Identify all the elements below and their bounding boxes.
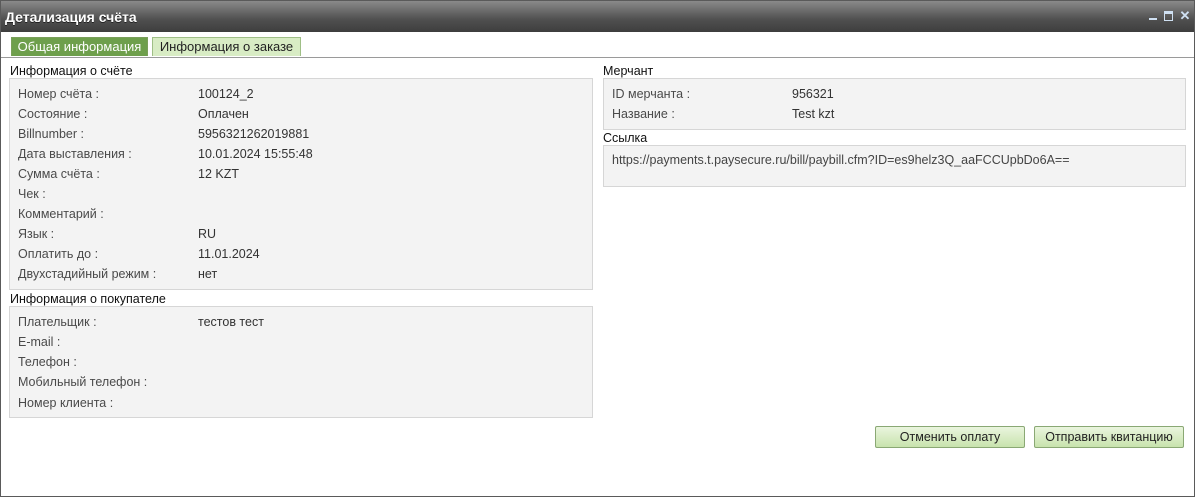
buyer-panel: Плательщик : тестов тест E-mail : Телефон…	[9, 306, 593, 418]
maximize-icon[interactable]	[1163, 10, 1175, 22]
buyer-section-title: Информация о покупателе	[10, 292, 166, 306]
field-value: нет	[198, 267, 218, 281]
cancel-payment-button[interactable]: Отменить оплату	[875, 426, 1025, 448]
send-receipt-button[interactable]: Отправить квитанцию	[1034, 426, 1184, 448]
field-value: Test kzt	[792, 107, 835, 121]
tab-general-info[interactable]: Общая информация	[11, 37, 148, 56]
minimize-icon[interactable]	[1147, 10, 1159, 22]
field-label: E-mail :	[18, 335, 61, 349]
field-value: 12 KZT	[198, 167, 239, 181]
field-value: RU	[198, 227, 217, 241]
field-label: Двухстадийный режим :	[18, 267, 157, 281]
merchant-section-title: Мерчант	[603, 64, 654, 78]
account-panel: Номер счёта : 100124_2 Состояние : Оплачен…	[9, 78, 593, 290]
field-label: Телефон :	[18, 355, 77, 369]
field-label: Комментарий :	[18, 207, 104, 221]
account-section-title: Информация о счёте	[10, 64, 133, 78]
field-label: Название :	[612, 107, 675, 121]
window-title: Детализация счёта	[5, 9, 137, 25]
field-label: Чек :	[18, 187, 46, 201]
field-label: ID мерчанта :	[612, 87, 691, 101]
field-value: 100124_2	[198, 87, 254, 101]
field-value: Оплачен	[198, 107, 249, 121]
link-panel: https://payments.t.paysecure.ru/bill/pay…	[603, 145, 1186, 187]
close-icon[interactable]: ✕	[1179, 9, 1191, 22]
field-label: Мобильный телефон :	[18, 375, 148, 389]
field-value: 5956321262019881	[198, 127, 310, 141]
field-value: 11.01.2024	[198, 247, 260, 261]
field-label: Billnumber :	[18, 127, 84, 141]
field-label: Состояние :	[18, 107, 88, 121]
field-label: Номер счёта :	[18, 87, 100, 101]
window-titlebar[interactable]: Детализация счёта ✕	[1, 1, 1194, 32]
tab-strip: Общая информация Информация о заказе	[1, 34, 1194, 58]
bill-details-window: Детализация счёта ✕ Общая информация Инф…	[0, 0, 1195, 497]
merchant-panel: ID мерчанта : 956321 Название : Test kzt	[603, 78, 1186, 130]
field-label: Язык :	[18, 227, 55, 241]
field-label: Сумма счёта :	[18, 167, 100, 181]
payment-link[interactable]: https://payments.t.paysecure.ru/bill/pay…	[612, 153, 1070, 167]
field-value: тестов тест	[198, 315, 264, 329]
tab-order-info[interactable]: Информация о заказе	[152, 37, 301, 56]
field-label: Оплатить до :	[18, 247, 99, 261]
link-section-title: Ссылка	[603, 131, 648, 145]
field-value: 10.01.2024 15:55:48	[198, 147, 313, 161]
field-label: Плательщик :	[18, 315, 97, 329]
field-label: Номер клиента :	[18, 396, 114, 410]
field-label: Дата выставления :	[18, 147, 132, 161]
field-value: 956321	[792, 87, 834, 101]
